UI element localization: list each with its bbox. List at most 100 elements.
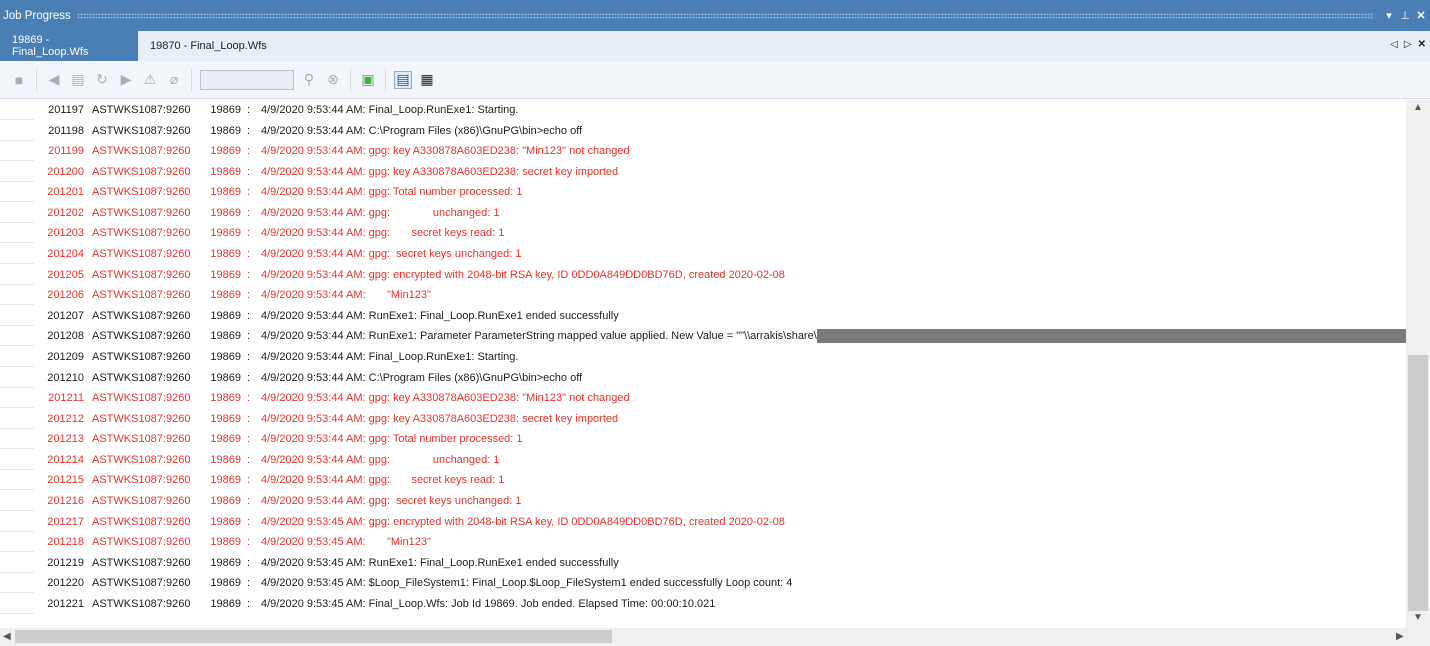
horizontal-scroll-thumb[interactable] (15, 630, 612, 643)
log-row[interactable]: 201197 ASTWKS1087:9260 19869 : 4/9/2020 … (0, 100, 1406, 120)
back-icon[interactable]: ◀ (45, 71, 63, 89)
log-message-text: 4/9/2020 9:53:44 AM: RunExe1: Parameter … (261, 330, 817, 343)
log-row[interactable]: 201205 ASTWKS1087:9260 19869 : 4/9/2020 … (0, 265, 1406, 285)
log-row[interactable]: 201212 ASTWKS1087:9260 19869 : 4/9/2020 … (0, 409, 1406, 429)
log-message-text: 4/9/2020 9:53:45 AM: gpg: encrypted with… (261, 515, 785, 528)
horizontal-scrollbar[interactable]: ◀ ▶ (0, 628, 1430, 646)
log-row[interactable]: 201201 ASTWKS1087:9260 19869 : 4/9/2020 … (0, 182, 1406, 203)
log-id: 201207 (47, 309, 84, 322)
row-gutter (0, 594, 34, 614)
find-icon[interactable]: ⚲ (300, 71, 318, 89)
refresh-icon[interactable]: ↻ (93, 71, 111, 89)
tab-19869[interactable]: 19869 - Final_Loop.Wfs (0, 31, 138, 61)
log-message: 4/9/2020 9:53:44 AM: gpg: secret keys un… (261, 491, 522, 511)
log-message: 4/9/2020 9:53:45 AM: $Loop_FileSystem1: … (261, 573, 792, 593)
vertical-scroll-thumb[interactable] (1408, 355, 1428, 611)
log-separator: : (247, 104, 251, 116)
tab-scroll-left-icon[interactable]: ◁ (1390, 39, 1398, 50)
log-job-id: 19869 (210, 371, 241, 384)
log-host: ASTWKS1087:9260 (92, 124, 191, 137)
log-host: ASTWKS1087:9260 (92, 309, 191, 322)
log-id: 201201 (47, 186, 84, 199)
scroll-down-icon[interactable]: ▼ (1413, 612, 1423, 623)
scroll-left-icon[interactable]: ◀ (3, 631, 11, 642)
log-row[interactable]: 201216 ASTWKS1087:9260 19869 : 4/9/2020 … (0, 491, 1406, 512)
scroll-right-icon[interactable]: ▶ (1396, 631, 1404, 642)
log-job-id: 19869 (210, 350, 241, 363)
log-row[interactable]: 201204 ASTWKS1087:9260 19869 : 4/9/2020 … (0, 244, 1406, 265)
log-row[interactable]: 201210 ASTWKS1087:9260 19869 : 4/9/2020 … (0, 368, 1406, 388)
log-separator: : (247, 186, 251, 199)
log-row[interactable]: 201208 ASTWKS1087:9260 19869 : 4/9/2020 … (0, 326, 1406, 347)
log-message-text: 4/9/2020 9:53:44 AM: gpg: secret keys re… (261, 227, 505, 240)
log-host: ASTWKS1087:9260 (92, 206, 191, 219)
log-message-text: 4/9/2020 9:53:44 AM: gpg: key A330878A60… (261, 145, 630, 158)
tab-scroll-right-icon[interactable]: ▷ (1404, 39, 1412, 50)
log-message: 4/9/2020 9:53:44 AM: gpg: Total number p… (261, 429, 523, 449)
log-job-id: 19869 (210, 597, 241, 610)
log-row[interactable]: 201220 ASTWKS1087:9260 19869 : 4/9/2020 … (0, 573, 1406, 594)
log-message: 4/9/2020 9:53:45 AM: RunExe1: Final_Loop… (261, 553, 619, 573)
log-separator: : (247, 248, 251, 261)
log-message-text: 4/9/2020 9:53:44 AM: gpg: key A330878A60… (261, 412, 619, 425)
log-host: ASTWKS1087:9260 (92, 165, 191, 178)
export-icon[interactable]: ▣ (359, 71, 377, 89)
log-row[interactable]: 201221 ASTWKS1087:9260 19869 : 4/9/2020 … (0, 594, 1406, 614)
log-message-text: 4/9/2020 9:53:44 AM: gpg: Total number p… (261, 433, 523, 446)
text-view-icon[interactable]: ▤ (394, 70, 412, 89)
log-row[interactable]: 201199 ASTWKS1087:9260 19869 : 4/9/2020 … (0, 141, 1406, 162)
warning-icon[interactable]: ⚠ (141, 71, 159, 89)
log-host: ASTWKS1087:9260 (92, 474, 191, 487)
log-job-id: 19869 (210, 124, 241, 137)
scroll-up-icon[interactable]: ▲ (1413, 102, 1423, 113)
log-row[interactable]: 201214 ASTWKS1087:9260 19869 : 4/9/2020 … (0, 450, 1406, 470)
dropdown-icon[interactable]: ▾ (1382, 9, 1396, 22)
log-row[interactable]: 201200 ASTWKS1087:9260 19869 : 4/9/2020 … (0, 162, 1406, 182)
log-row[interactable]: 201213 ASTWKS1087:9260 19869 : 4/9/2020 … (0, 429, 1406, 450)
log-message-text: 4/9/2020 9:53:45 AM: "Min123" (261, 536, 431, 549)
log-row[interactable]: 201215 ASTWKS1087:9260 19869 : 4/9/2020 … (0, 470, 1406, 491)
log-id: 201204 (47, 248, 84, 261)
log-id: 201213 (47, 433, 84, 446)
log-row[interactable]: 201202 ASTWKS1087:9260 19869 : 4/9/2020 … (0, 203, 1406, 223)
log-host: ASTWKS1087:9260 (92, 515, 191, 528)
log-row[interactable]: 201209 ASTWKS1087:9260 19869 : 4/9/2020 … (0, 347, 1406, 367)
log-message-text: 4/9/2020 9:53:45 AM: Final_Loop.Wfs: Job… (261, 597, 716, 610)
log-separator: : (247, 412, 251, 425)
pin-icon[interactable]: ⊥ (1398, 9, 1412, 22)
log-message-text: 4/9/2020 9:53:44 AM: Final_Loop.RunExe1:… (261, 350, 519, 363)
log-row[interactable]: 201211 ASTWKS1087:9260 19869 : 4/9/2020 … (0, 388, 1406, 409)
log-host: ASTWKS1087:9260 (92, 350, 191, 363)
close-icon[interactable]: ✕ (1414, 9, 1428, 22)
log-host: ASTWKS1087:9260 (92, 289, 191, 302)
row-gutter (0, 388, 34, 409)
tab-close-icon[interactable]: ✕ (1418, 39, 1426, 50)
log-job-id: 19869 (210, 474, 241, 487)
log-details-icon[interactable]: ▤ (69, 71, 87, 89)
log-row[interactable]: 201218 ASTWKS1087:9260 19869 : 4/9/2020 … (0, 532, 1406, 553)
log-row[interactable]: 201207 ASTWKS1087:9260 19869 : 4/9/2020 … (0, 306, 1406, 326)
log-row[interactable]: 201206 ASTWKS1087:9260 19869 : 4/9/2020 … (0, 285, 1406, 306)
log-message-text: 4/9/2020 9:53:44 AM: gpg: unchanged: 1 (261, 453, 500, 466)
log-separator: : (247, 536, 251, 549)
log-row[interactable]: 201203 ASTWKS1087:9260 19869 : 4/9/2020 … (0, 223, 1406, 244)
forward-icon[interactable]: ▶ (117, 71, 135, 89)
row-gutter (0, 553, 34, 573)
log-row[interactable]: 201198 ASTWKS1087:9260 19869 : 4/9/2020 … (0, 121, 1406, 141)
log-separator: : (247, 289, 251, 302)
title-grip[interactable] (76, 12, 1374, 19)
row-gutter (0, 491, 34, 512)
log-row[interactable]: 201219 ASTWKS1087:9260 19869 : 4/9/2020 … (0, 553, 1406, 573)
tab-19870[interactable]: 19870 - Final_Loop.Wfs (138, 31, 279, 61)
log-id: 201199 (48, 145, 84, 158)
grid-view-icon[interactable]: ▦ (418, 71, 436, 89)
clear-icon[interactable]: ⊗ (324, 71, 342, 89)
log-row[interactable]: 201217 ASTWKS1087:9260 19869 : 4/9/2020 … (0, 512, 1406, 532)
cancel-icon[interactable]: ⌀ (165, 71, 183, 89)
search-input[interactable] (200, 69, 294, 90)
log-message: 4/9/2020 9:53:44 AM: C:\Program Files (x… (261, 121, 582, 141)
stop-icon[interactable]: ■ (10, 71, 28, 89)
row-gutter (0, 203, 34, 223)
log-job-id: 19869 (210, 206, 241, 219)
vertical-scrollbar[interactable]: ▲ ▼ (1406, 100, 1430, 628)
